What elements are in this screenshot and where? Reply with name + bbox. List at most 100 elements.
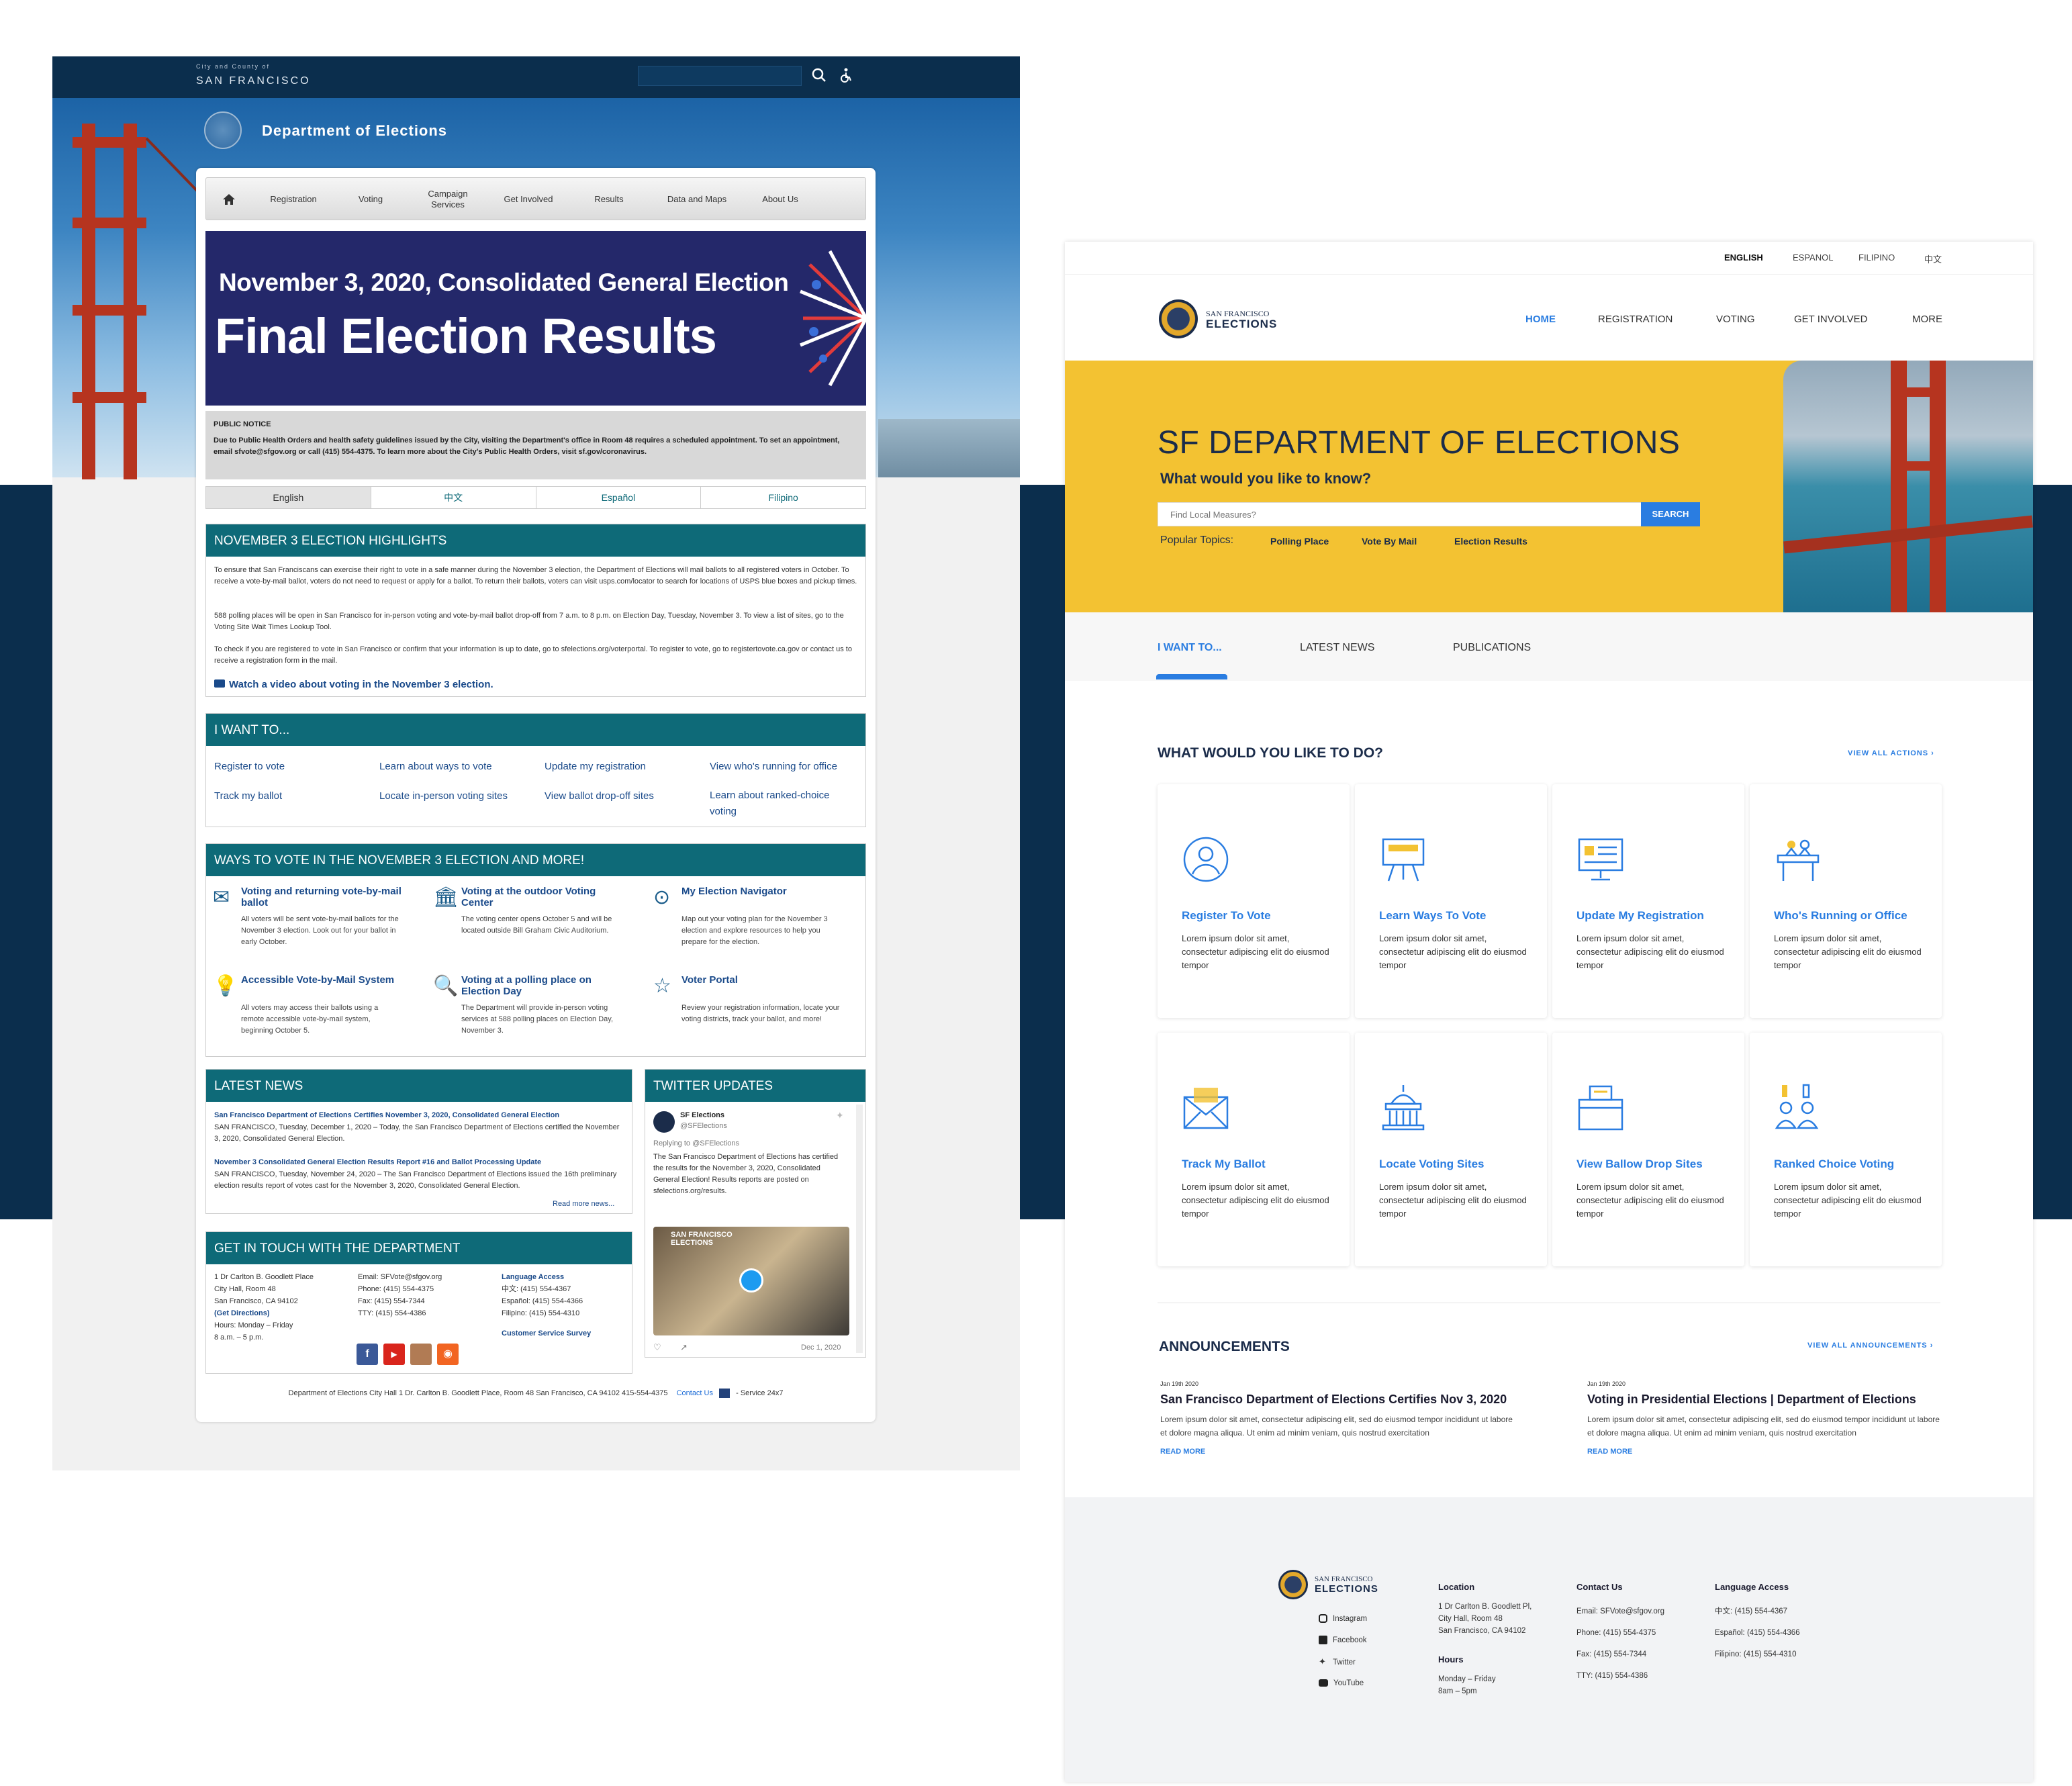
city-seal-icon[interactable] <box>204 111 242 149</box>
link-ways-to-vote[interactable]: Learn about ways to vote <box>379 761 492 772</box>
play-icon[interactable] <box>739 1268 763 1292</box>
nav-more[interactable]: MORE <box>1912 314 1942 325</box>
results-banner[interactable]: November 3, 2020, Consolidated General E… <box>205 231 866 406</box>
social-twitter[interactable]: ✦ Twitter <box>1319 1656 1356 1668</box>
action-card-learn[interactable]: Learn Ways To Vote Lorem ipsum dolor sit… <box>1355 784 1547 1018</box>
link-voting-sites[interactable]: Locate in-person voting sites <box>379 790 508 802</box>
nav-results[interactable]: Results <box>575 178 643 221</box>
nav-registration[interactable]: Registration <box>253 178 334 221</box>
footer-logo[interactable]: SAN FRANCISCO ELECTIONS <box>1278 1570 1399 1603</box>
addr-line: Hours: Monday – Friday <box>214 1321 293 1329</box>
twitter-scrollbar[interactable] <box>856 1104 863 1353</box>
lang-tab-spanish[interactable]: Español <box>536 487 702 508</box>
link-update-registration[interactable]: Update my registration <box>545 761 646 772</box>
lang-english[interactable]: ENGLISH <box>1724 252 1763 263</box>
topic-vote-by-mail[interactable]: Vote By Mail <box>1362 536 1417 547</box>
tab-publications[interactable]: PUBLICATIONS <box>1453 642 1531 654</box>
like-icon[interactable]: ♡ <box>653 1342 661 1353</box>
social-youtube[interactable]: YouTube <box>1319 1677 1364 1689</box>
link-track-ballot[interactable]: Track my ballot <box>214 790 282 802</box>
action-card-drop-sites[interactable]: View Ballow Drop Sites Lorem ipsum dolor… <box>1552 1033 1744 1266</box>
twitter-account[interactable]: SF Elections <box>680 1111 724 1119</box>
view-all-actions-link[interactable]: VIEW ALL ACTIONS › <box>1848 749 1934 757</box>
lang-tab-english[interactable]: English <box>206 487 371 508</box>
twitter-title: TWITTER UPDATES <box>645 1070 865 1102</box>
nav-registration[interactable]: REGISTRATION <box>1598 314 1673 325</box>
news-headline[interactable]: November 3 Consolidated General Election… <box>214 1158 624 1166</box>
way-item-voting-center[interactable]: 🏛 Voting at the outdoor Voting Center Th… <box>433 886 634 966</box>
lang-chinese[interactable]: 中文 <box>1924 252 1942 265</box>
rss-icon[interactable]: ◉ <box>437 1344 459 1365</box>
way-item-polling-place[interactable]: 🔍 Voting at a polling place on Election … <box>433 974 634 1055</box>
lang-tab-chinese[interactable]: 中文 <box>371 487 536 508</box>
read-more-link[interactable]: READ MORE <box>1587 1448 1632 1456</box>
facebook-icon[interactable]: f <box>357 1344 378 1365</box>
twitter-avatar[interactable] <box>653 1111 675 1133</box>
announcement-title[interactable]: Voting in Presidential Elections | Depar… <box>1587 1393 1916 1407</box>
survey-link[interactable]: Customer Service Survey <box>502 1327 629 1340</box>
link-whos-running[interactable]: View who's running for office <box>710 761 837 772</box>
video-link[interactable]: Watch a video about voting in the Novemb… <box>214 679 493 690</box>
department-title[interactable]: Department of Elections <box>262 122 447 140</box>
action-card-register[interactable]: Register To Vote Lorem ipsum dolor sit a… <box>1158 784 1350 1018</box>
nav-voting[interactable]: Voting <box>340 178 401 221</box>
search-icon[interactable] <box>811 67 827 83</box>
announcement-title[interactable]: San Francisco Department of Elections Ce… <box>1160 1393 1507 1407</box>
topic-polling-place[interactable]: Polling Place <box>1270 536 1329 547</box>
social-instagram[interactable]: Instagram <box>1319 1613 1367 1625</box>
link-drop-off[interactable]: View ballot drop-off sites <box>545 790 654 802</box>
contact-us-link[interactable]: Contact Us <box>677 1389 713 1397</box>
footer-hours: Monday – Friday 8am – 5pm <box>1438 1673 1496 1697</box>
language-access-title[interactable]: Language Access <box>502 1271 629 1283</box>
share-icon[interactable]: ↗ <box>680 1342 688 1353</box>
nav-campaign-services[interactable]: Campaign Services <box>414 178 481 221</box>
get-directions-link[interactable]: (Get Directions) <box>214 1307 348 1319</box>
action-card-ranked-choice[interactable]: Ranked Choice Voting Lorem ipsum dolor s… <box>1750 1033 1942 1266</box>
home-icon[interactable] <box>216 178 242 221</box>
nav-get-involved[interactable]: GET INVOLVED <box>1794 314 1867 325</box>
nav-data-maps[interactable]: Data and Maps <box>653 178 741 221</box>
action-card-update[interactable]: Update My Registration Lorem ipsum dolor… <box>1552 784 1744 1018</box>
video-brand-label: SAN FRANCISCO ELECTIONS <box>671 1231 733 1247</box>
way-item-navigator[interactable]: ⊙ My Election Navigator Map out your vot… <box>653 886 855 966</box>
nav-home[interactable]: HOME <box>1525 314 1556 325</box>
highlights-title: NOVEMBER 3 ELECTION HIGHLIGHTS <box>206 524 865 557</box>
read-more-news-link[interactable]: Read more news... <box>553 1200 614 1208</box>
lang-tab-filipino[interactable]: Filipino <box>701 487 865 508</box>
addr-line: 1 Dr Carlton B. Goodlett Place <box>214 1273 314 1281</box>
tab-i-want-to[interactable]: I WANT TO... <box>1158 642 1222 654</box>
instagram-icon[interactable] <box>410 1344 432 1365</box>
youtube-icon[interactable]: ▶ <box>383 1344 405 1365</box>
logo[interactable]: SAN FRANCISCO ELECTIONS <box>1159 299 1293 340</box>
contact-email[interactable]: Email: SFVote@sfgov.org <box>1576 1601 1664 1622</box>
nav-about-us[interactable]: About Us <box>743 178 817 221</box>
link-ranked-choice[interactable]: Learn about ranked-choice voting <box>710 788 857 820</box>
way-item-vbm[interactable]: ✉ Voting and returning vote-by-mail ball… <box>213 886 414 966</box>
accessibility-icon[interactable] <box>838 67 854 83</box>
search-input[interactable] <box>1158 502 1650 526</box>
view-all-announcements-link[interactable]: VIEW ALL ANNOUNCEMENTS › <box>1807 1342 1933 1350</box>
action-card-whos-running[interactable]: Who's Running or Office Lorem ipsum dolo… <box>1750 784 1942 1018</box>
search-button[interactable]: SEARCH <box>1641 502 1700 526</box>
read-more-link[interactable]: READ MORE <box>1160 1448 1205 1456</box>
tab-latest-news[interactable]: LATEST NEWS <box>1300 642 1374 654</box>
way-item-voter-portal[interactable]: ☆ Voter Portal Review your registration … <box>653 974 855 1055</box>
action-card-track-ballot[interactable]: Track My Ballot Lorem ipsum dolor sit am… <box>1158 1033 1350 1266</box>
search-input[interactable] <box>638 66 802 86</box>
nav-get-involved[interactable]: Get Involved <box>488 178 569 221</box>
action-card-locate-sites[interactable]: Locate Voting Sites Lorem ipsum dolor si… <box>1355 1033 1547 1266</box>
lang-filipino[interactable]: FILIPINO <box>1858 252 1895 263</box>
email-line[interactable]: Email: SFVote@sfgov.org <box>358 1271 492 1283</box>
tweet-video[interactable]: SAN FRANCISCO ELECTIONS <box>653 1227 849 1335</box>
nav-voting[interactable]: VOTING <box>1716 314 1755 325</box>
link-register[interactable]: Register to vote <box>214 761 285 772</box>
city-name[interactable]: SAN FRANCISCO <box>196 75 311 87</box>
way-desc: The Department will provide in-person vo… <box>461 1004 614 1035</box>
topic-election-results[interactable]: Election Results <box>1454 536 1527 547</box>
contact-languages: Language Access 中文: (415) 554-4367 Españ… <box>502 1271 629 1340</box>
social-facebook[interactable]: Facebook <box>1319 1634 1367 1646</box>
highlights-section: NOVEMBER 3 ELECTION HIGHLIGHTS To ensure… <box>205 524 866 697</box>
way-item-accessible[interactable]: 💡 Accessible Vote-by-Mail System All vot… <box>213 974 414 1055</box>
lang-espanol[interactable]: ESPANOL <box>1793 252 1833 263</box>
news-headline[interactable]: San Francisco Department of Elections Ce… <box>214 1111 624 1119</box>
